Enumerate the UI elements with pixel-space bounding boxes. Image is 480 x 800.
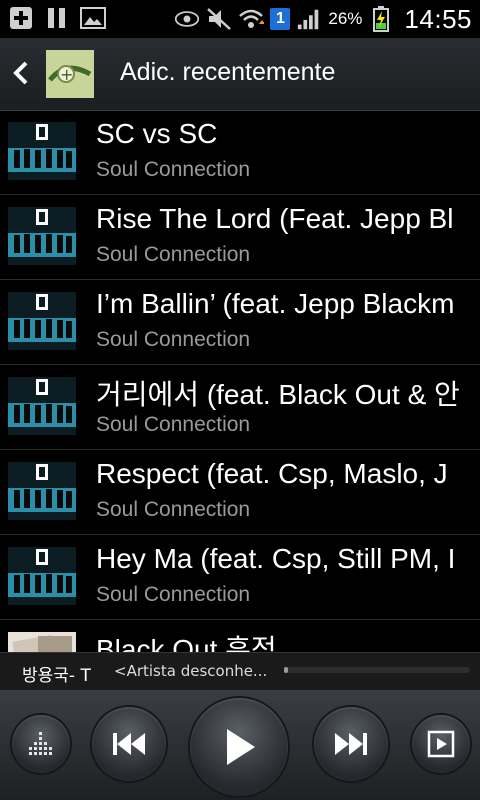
- battery-charging-icon: [368, 6, 394, 32]
- song-title: SC vs SC: [96, 118, 218, 149]
- song-title: 거리에서 (feat. Black Out & 안: [96, 379, 460, 410]
- previous-icon: [113, 733, 145, 755]
- next-icon: [335, 733, 367, 755]
- album-art: [8, 122, 76, 180]
- svg-text:+: +: [60, 65, 73, 84]
- list-item[interactable]: Rise The Lord (Feat. Jepp Bl Soul Connec…: [0, 195, 480, 280]
- song-title: Black Out 흔적: [96, 634, 277, 652]
- next-button[interactable]: [314, 707, 388, 781]
- status-bar: 1 26% 14:55: [0, 0, 480, 38]
- list-item[interactable]: Respect (feat. Csp, Maslo, J Soul Connec…: [0, 450, 480, 535]
- list-item[interactable]: 거리에서 (feat. Black Out & 안 Soul Connectio…: [0, 365, 480, 450]
- back-button[interactable]: [8, 58, 34, 88]
- gallery-icon: [80, 6, 106, 30]
- album-art: [8, 377, 76, 435]
- signal-icon: [296, 7, 322, 31]
- playback-controls: [0, 690, 480, 800]
- song-artist: Soul Connection: [96, 498, 251, 521]
- equalizer-button[interactable]: [12, 715, 70, 773]
- now-playing-title: 방용국- T: [22, 666, 91, 686]
- album-art: [8, 462, 76, 520]
- header-album-art: +: [46, 50, 94, 98]
- clock: 14:55: [404, 3, 472, 34]
- song-title: Rise The Lord (Feat. Jepp Bl: [96, 203, 454, 234]
- playlist-play-icon: [427, 730, 455, 758]
- progress-fill: [284, 667, 288, 673]
- song-list: SC vs SC Soul Connection Rise The Lord (…: [0, 110, 480, 652]
- song-artist: Soul Connection: [96, 413, 251, 436]
- playlist-play-button[interactable]: [412, 715, 470, 773]
- playback-progress-bar[interactable]: [284, 667, 470, 673]
- list-item[interactable]: Hey Ma (feat. Csp, Still PM, I Soul Conn…: [0, 535, 480, 620]
- song-artist: Soul Connection: [96, 158, 251, 181]
- app-header: + Adic. recentemente: [0, 38, 480, 111]
- song-artist: Soul Connection: [96, 583, 251, 606]
- list-item[interactable]: I’m Ballin’ (feat. Jepp Blackm Soul Conn…: [0, 280, 480, 365]
- list-item[interactable]: Black Out 흔적: [0, 620, 480, 652]
- play-icon: [227, 729, 255, 765]
- wifi-icon: [238, 7, 265, 31]
- add-icon: [8, 6, 34, 30]
- page-title: Adic. recentemente: [120, 58, 336, 86]
- song-artist: Soul Connection: [96, 243, 251, 266]
- battery-percentage: 26%: [328, 9, 363, 28]
- now-playing-artist: <Artista desconhe...: [114, 662, 268, 680]
- song-title: I’m Ballin’ (feat. Jepp Blackm: [96, 288, 455, 319]
- play-button[interactable]: [190, 698, 288, 796]
- album-art: [8, 632, 76, 652]
- pause-icon: [44, 6, 70, 30]
- mute-icon: [206, 7, 232, 31]
- song-artist: Soul Connection: [96, 328, 251, 351]
- list-item[interactable]: SC vs SC Soul Connection: [0, 110, 480, 195]
- notification-badge: 1: [270, 8, 291, 30]
- album-art: [8, 547, 76, 605]
- album-art: [8, 207, 76, 265]
- equalizer-icon: [29, 732, 52, 755]
- album-art: [8, 292, 76, 350]
- song-title: Respect (feat. Csp, Maslo, J: [96, 458, 448, 489]
- song-title: Hey Ma (feat. Csp, Still PM, I: [96, 543, 456, 574]
- eye-icon: [174, 7, 200, 31]
- back-icon: [13, 61, 28, 85]
- previous-button[interactable]: [92, 707, 166, 781]
